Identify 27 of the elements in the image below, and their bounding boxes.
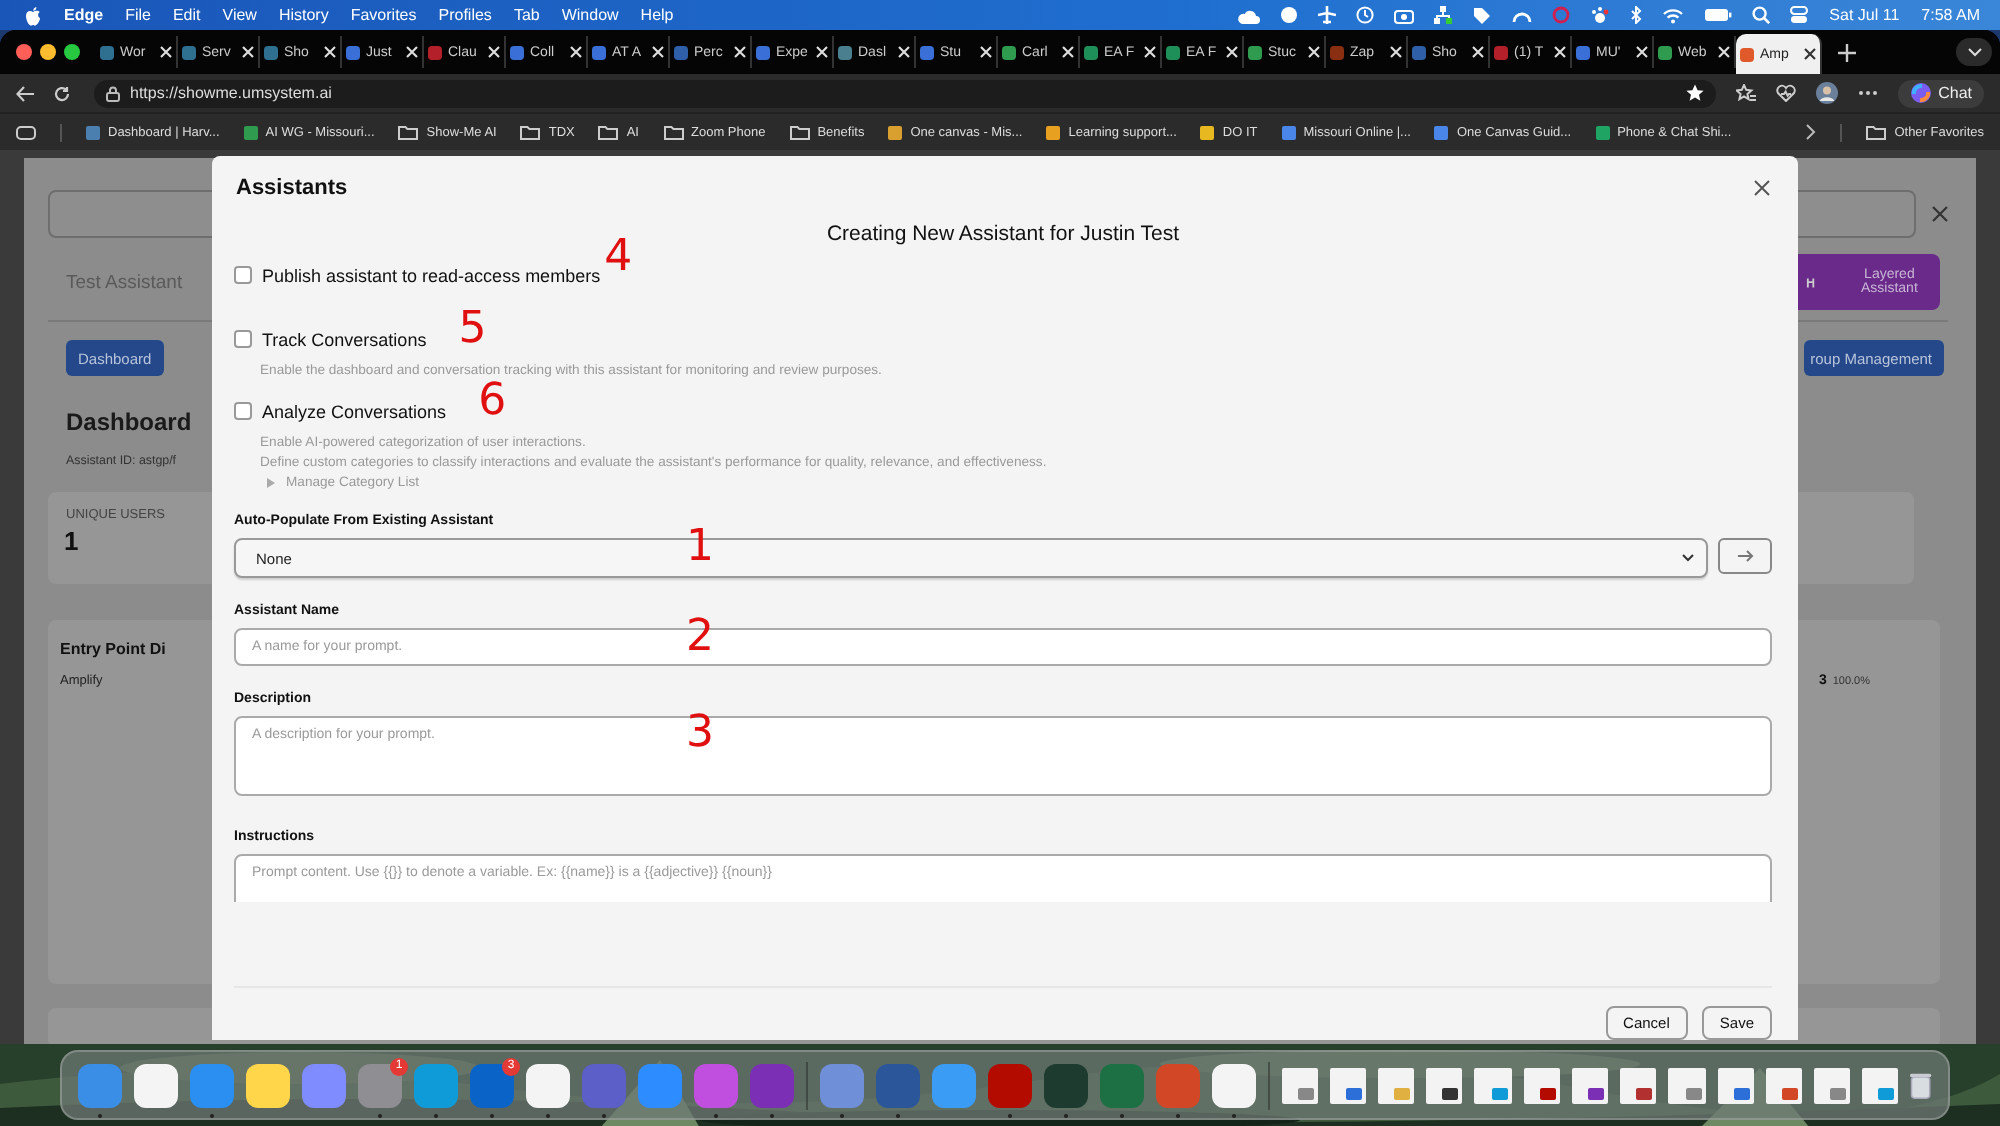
menu-item[interactable]: File <box>125 6 151 24</box>
url-text: https://showme.umsystem.ai <box>130 84 332 102</box>
annotation-number: 3 <box>686 712 714 756</box>
address-field[interactable]: https://showme.umsystem.ai <box>94 79 1717 107</box>
checkbox-label[interactable]: Publish assistant to read-access members <box>262 266 601 286</box>
chat-button[interactable]: Chat <box>1898 79 1984 107</box>
menu-item[interactable]: Window <box>561 6 619 24</box>
menu-item[interactable]: Edge <box>64 6 104 24</box>
stat-value: 1 <box>64 526 81 556</box>
annotation-number: 4 <box>604 236 633 280</box>
menu-item[interactable]: Edit <box>172 6 201 24</box>
date-text[interactable]: Sat Jul 11 <box>1829 6 1900 24</box>
page-heading: Dashboard <box>66 408 192 436</box>
annotation-number: 6 <box>478 380 507 424</box>
menu-item[interactable]: Profiles <box>438 6 492 24</box>
menu-item[interactable]: View <box>222 6 257 24</box>
checkbox-label[interactable]: Track Conversations <box>262 330 427 350</box>
menu-item[interactable]: Tab <box>513 6 540 24</box>
menu-item[interactable]: Help <box>640 6 674 24</box>
menu-item[interactable]: History <box>278 6 329 24</box>
dialog-title: Assistants <box>236 176 348 200</box>
annotation-number: 5 <box>458 308 487 352</box>
card-title: Entry Point Di <box>60 640 166 658</box>
form-title: Creating New Assistant for Justin Test <box>824 222 1182 246</box>
menu-item[interactable]: Favorites <box>350 6 417 24</box>
checkbox-label[interactable]: Analyze Conversations <box>262 402 447 422</box>
time-text[interactable]: 7:58 AM <box>1921 6 1980 24</box>
